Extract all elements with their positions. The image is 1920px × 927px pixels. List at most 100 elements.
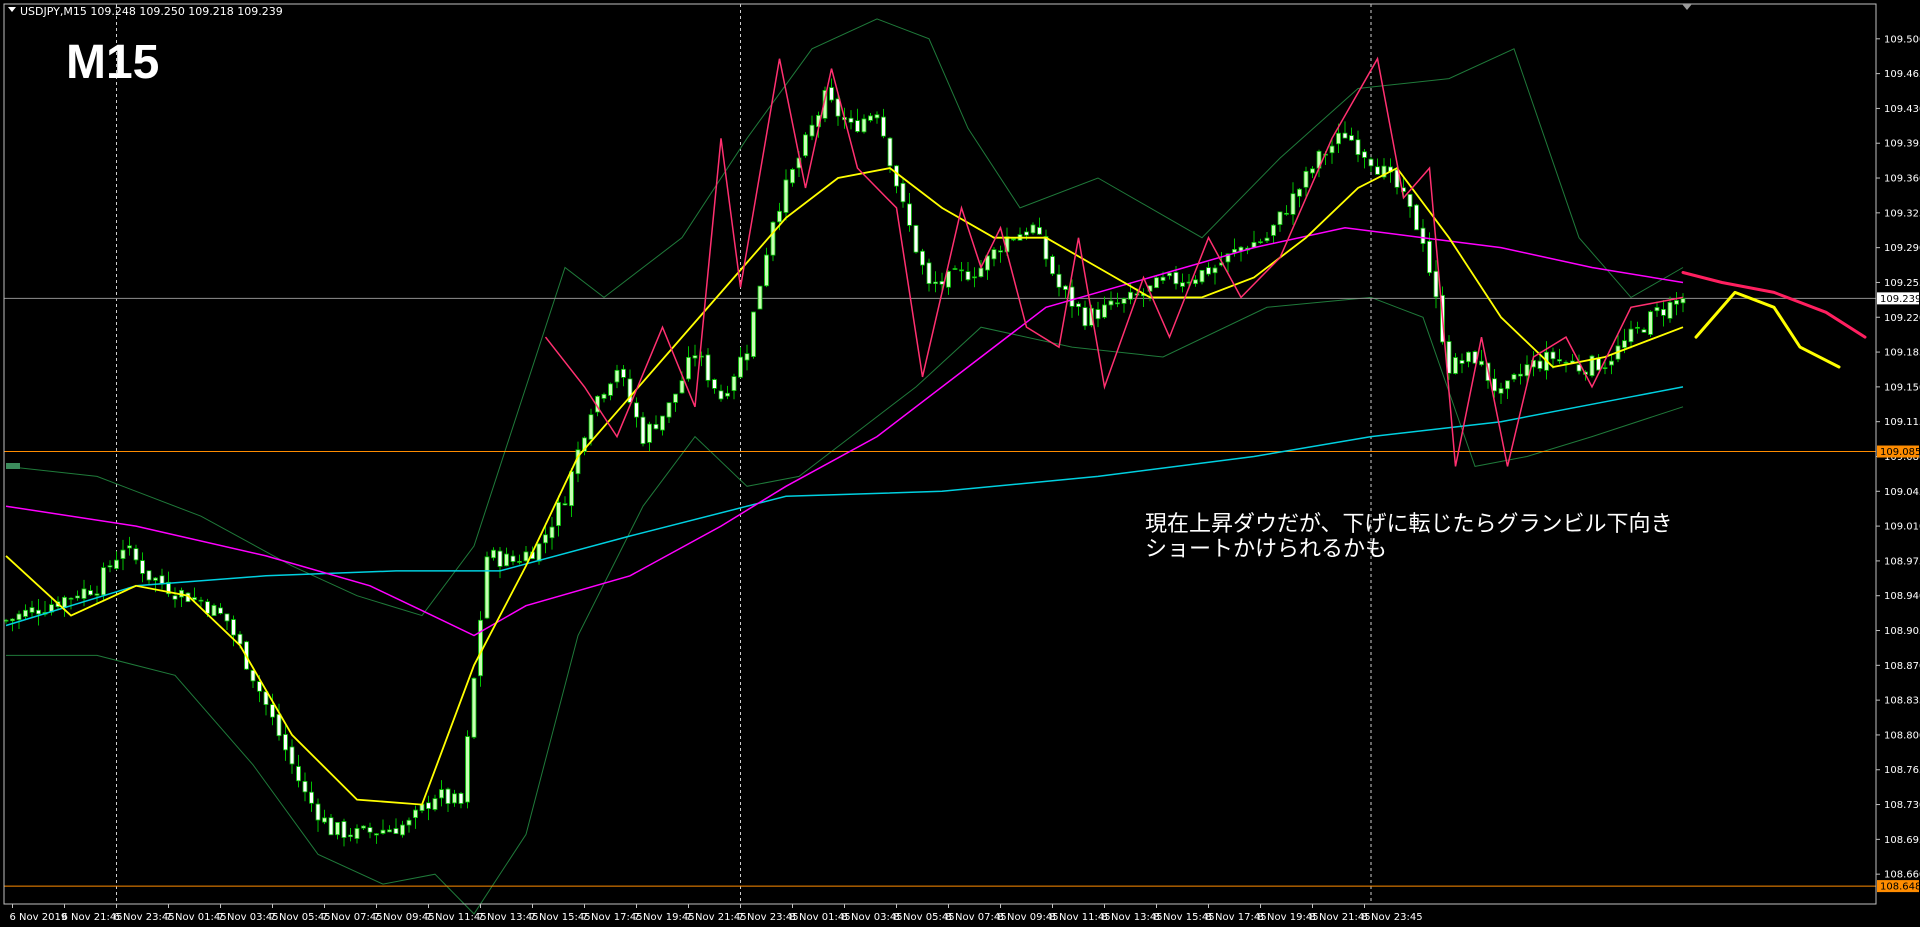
y-tick-label: 108.835 <box>1884 696 1920 707</box>
price-chart[interactable]: 109.500 109.465 109.430 109.395 109.360 109.3… <box>0 0 1920 927</box>
candle-bull <box>1563 361 1569 364</box>
candle-bear <box>88 590 93 596</box>
candle-bull <box>29 607 35 613</box>
candle-bear <box>270 704 275 718</box>
y-tick-label: 108.940 <box>1884 591 1920 602</box>
candle-bull <box>23 609 28 617</box>
candle-bear <box>1076 303 1081 308</box>
candle-bear <box>1037 227 1042 235</box>
candle-bull <box>484 556 490 619</box>
candle-bull <box>601 393 607 399</box>
candle-bear <box>289 746 295 765</box>
candle-bull <box>452 793 457 804</box>
candle-bull <box>380 829 386 834</box>
candle-bull <box>1511 374 1517 380</box>
candle-bull <box>679 380 685 394</box>
candle-bear <box>1596 357 1601 371</box>
candle-bull <box>1336 132 1341 145</box>
candle-bull <box>673 393 678 403</box>
candle-bear <box>1661 308 1666 316</box>
candle-bull <box>413 809 418 819</box>
candle-bear <box>1095 309 1101 320</box>
candle-bull <box>387 829 392 833</box>
candle-bull <box>1518 373 1523 377</box>
candle-bull <box>1557 359 1562 362</box>
y-tick-label: 109.150 <box>1884 382 1920 393</box>
candle-bull <box>608 383 613 396</box>
candle-bull <box>1524 364 1530 377</box>
candle-bear <box>348 834 353 838</box>
candle-bear <box>640 416 646 445</box>
candle-bull <box>543 534 548 544</box>
candle-bull <box>1453 357 1458 374</box>
candle-bull <box>211 605 217 617</box>
candle-bear <box>1043 236 1049 260</box>
candle-bull <box>783 179 789 213</box>
candle-bull <box>1128 291 1133 300</box>
candle-bear <box>283 734 288 751</box>
candle-bull <box>1290 193 1296 215</box>
candle-bull <box>322 817 327 823</box>
candle-bull <box>1108 300 1114 306</box>
candle-bear <box>1641 329 1647 333</box>
candle-bull <box>757 285 763 310</box>
chart-canvas[interactable]: 109.500 109.465 109.430 109.395 109.360 109.3… <box>0 0 1920 927</box>
candle-bull <box>478 619 483 677</box>
candle-bull <box>361 825 366 829</box>
price-badge-label: 108.648 <box>1880 882 1920 893</box>
y-tick-label: 108.765 <box>1884 765 1920 776</box>
candle-bull <box>575 449 581 475</box>
candle-bear <box>1024 231 1029 236</box>
y-tick-label: 109.325 <box>1884 208 1920 219</box>
price-badge-label: 109.085 <box>1880 447 1920 458</box>
candle-bull <box>81 588 87 599</box>
candle-bear <box>198 599 204 602</box>
candle-bear <box>887 137 893 167</box>
candle-bear <box>881 116 886 137</box>
candle-bull <box>1329 145 1335 154</box>
candle-bear <box>1206 267 1211 275</box>
y-tick-label: 109.395 <box>1884 139 1920 150</box>
candle-bull <box>744 353 750 361</box>
candle-bull <box>777 210 782 223</box>
x-tick-label: 8 Nov 23:45 <box>1362 912 1423 923</box>
symbol-header: USDJPY,M15 109.248 109.250 109.218 109.2… <box>20 5 283 18</box>
chart-background <box>0 0 1920 927</box>
candle-bear <box>146 570 152 581</box>
candle-bear <box>913 225 919 253</box>
candle-bull <box>556 502 561 526</box>
candle-bear <box>1115 302 1120 305</box>
candle-bear <box>621 368 626 378</box>
annotation-line-2: ショートかけられるかも <box>1145 537 1387 562</box>
candle-bull <box>10 618 15 622</box>
candle-bull <box>1264 237 1270 242</box>
y-tick-label: 109.360 <box>1884 174 1920 185</box>
candle-bull <box>614 369 620 383</box>
candle-bull <box>569 471 574 507</box>
candle-bull <box>1466 351 1471 363</box>
candle-bull <box>432 798 438 810</box>
y-tick-label: 108.975 <box>1884 556 1920 567</box>
candle-bull <box>374 833 379 836</box>
candle-bull <box>731 376 737 391</box>
candle-bull <box>1297 188 1302 197</box>
candle-bull <box>94 593 100 596</box>
candle-bull <box>1212 267 1218 274</box>
y-tick-label: 109.220 <box>1884 313 1920 324</box>
candle-bull <box>1648 311 1653 335</box>
candle-bull <box>861 118 867 133</box>
candle-bear <box>296 766 301 782</box>
candle-bear <box>1056 273 1062 288</box>
candle-bear <box>1537 360 1543 369</box>
y-tick-label: 109.255 <box>1884 278 1920 289</box>
candle-bull <box>660 415 665 431</box>
candle-bull <box>471 677 477 738</box>
candle-bull <box>406 819 412 826</box>
candle-bear <box>309 791 314 804</box>
candle-bull <box>1303 170 1309 188</box>
candle-bear <box>3 619 9 622</box>
candle-bull <box>439 789 444 799</box>
candle-bear <box>926 262 932 285</box>
candle-bull <box>1199 269 1205 283</box>
candle-bear <box>218 607 223 614</box>
